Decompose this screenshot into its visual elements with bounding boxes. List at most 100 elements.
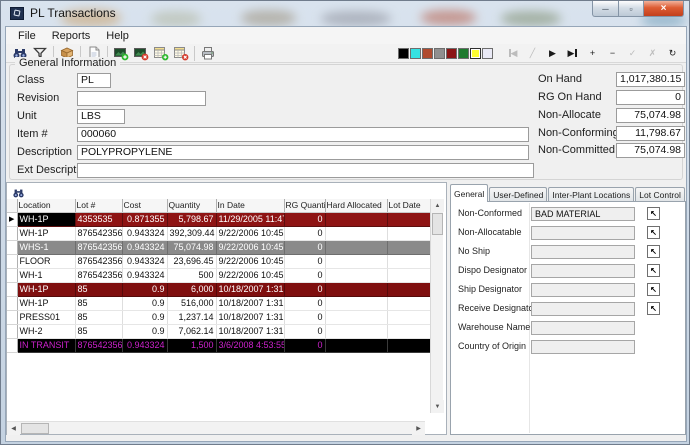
detail-field-ship-designator[interactable] [531,283,635,297]
field-ext-description[interactable] [77,163,534,178]
swatch-white[interactable] [482,48,493,59]
grid-cell[interactable] [325,296,387,310]
grid-cell[interactable] [325,240,387,254]
grid-cell[interactable] [325,268,387,282]
remove-grid-icon[interactable] [171,44,191,62]
grid-cell[interactable] [387,338,430,352]
last-record-button[interactable]: ▶ [565,45,580,61]
grid-cell[interactable] [387,226,430,240]
tab-general[interactable]: General [450,184,488,202]
grid-cell[interactable] [387,212,430,226]
table-row[interactable]: FLOOR87654235670.94332423,696.459/22/200… [7,254,430,268]
swatch-cyan[interactable] [410,48,421,59]
grid-cell[interactable]: WH-1P [17,282,75,296]
grid-cell[interactable]: 4353535 [75,212,122,226]
drilldown-button[interactable]: ↖ [647,226,660,239]
first-record-button[interactable]: ◀ [505,45,520,61]
grid-cell[interactable]: PRESS01 [17,310,75,324]
refresh-button[interactable]: ↻ [665,45,680,61]
column-header-rg-quantity[interactable]: RG Quantity [284,199,325,212]
grid-cell[interactable] [325,310,387,324]
grid-cell[interactable] [325,212,387,226]
edit-record-button[interactable]: ╱ [525,45,540,61]
tab-user-defined[interactable]: User-Defined [489,187,547,202]
grid-cell[interactable] [387,310,430,324]
table-row[interactable]: WHS-187654235670.94332475,074.989/22/200… [7,240,430,254]
grid-find-icon[interactable] [12,186,25,197]
grid-cell[interactable]: 8765423567 [75,338,122,352]
swatch-darkred[interactable] [446,48,457,59]
detail-field-receive-designator[interactable] [531,302,635,316]
menu-item-reports[interactable]: Reports [44,29,99,43]
grid-cell[interactable]: FLOOR [17,254,75,268]
grid-cell[interactable]: 0 [284,296,325,310]
grid-cell[interactable]: 0.943324 [122,254,167,268]
grid-cell[interactable]: 0.943324 [122,240,167,254]
drilldown-button[interactable]: ↖ [647,207,660,220]
swatch-rust[interactable] [422,48,433,59]
grid-cell[interactable]: 0 [284,254,325,268]
field-item[interactable]: 000060 [77,127,529,142]
grid-cell[interactable] [387,324,430,338]
horizontal-scroll-thumb[interactable] [21,423,49,434]
grid-cell[interactable]: IN TRANSIT [17,338,75,352]
table-row[interactable]: WH-1P87654235670.943324392,309.449/22/20… [7,226,430,240]
grid-cell[interactable]: WH-1P [17,226,75,240]
grid-cell[interactable]: 1,500 [167,338,216,352]
scroll-left-icon[interactable]: ◀ [7,422,20,435]
table-row[interactable]: WH-187654235670.9433245009/22/2006 10:45… [7,268,430,282]
column-header-quantity[interactable]: Quantity [167,199,216,212]
grid-cell[interactable]: WH-1P [17,212,75,226]
detail-field-no-ship[interactable] [531,245,635,259]
title-bar[interactable]: PL Transactions [1,1,689,26]
swatch-black[interactable] [398,48,409,59]
grid-cell[interactable] [325,282,387,296]
detail-field-country-of-origin[interactable] [531,340,635,354]
grid-cell[interactable]: 3/6/2008 4:53:55 [216,338,284,352]
grid-cell[interactable]: 8765423567 [75,268,122,282]
detail-field-non-allocatable[interactable] [531,226,635,240]
grid-cell[interactable]: 0 [284,310,325,324]
grid-cell[interactable]: 10/18/2007 1:31:1 [216,310,284,324]
table-row[interactable]: IN TRANSIT87654235670.9433241,5003/6/200… [7,338,430,352]
field-revision[interactable] [77,91,206,106]
grid-horizontal-scrollbar[interactable]: ◀ ▶ [7,421,425,434]
grid-cell[interactable]: 0 [284,212,325,226]
close-button[interactable]: × [643,1,684,17]
grid-cell[interactable]: 8765423567 [75,226,122,240]
grid-cell[interactable]: 8765423567 [75,240,122,254]
grid-cell[interactable]: 0.943324 [122,338,167,352]
vertical-scroll-thumb[interactable] [432,213,443,235]
grid-cell[interactable] [387,282,430,296]
grid-cell[interactable]: 0 [284,338,325,352]
restore-button[interactable]: ▫ [618,1,644,17]
grid-cell[interactable]: WH-2 [17,324,75,338]
grid-cell[interactable] [325,324,387,338]
print-icon[interactable] [198,44,218,62]
grid-cell[interactable]: 7,062.14 [167,324,216,338]
swatch-gray[interactable] [434,48,445,59]
grid-vertical-scrollbar[interactable]: ▲ ▼ [430,199,443,413]
grid-cell[interactable]: 75,074.98 [167,240,216,254]
grid-cell[interactable]: 8765423567 [75,254,122,268]
grid-cell[interactable]: 0 [284,268,325,282]
column-header-in-date[interactable]: In Date [216,199,284,212]
remove-image-icon[interactable] [131,44,151,62]
grid-cell[interactable]: 0.9 [122,282,167,296]
grid-cell[interactable]: 11/29/2005 11:47: [216,212,284,226]
drilldown-button[interactable]: ↖ [647,264,660,277]
grid-cell[interactable]: 9/22/2006 10:45:0 [216,226,284,240]
cancel-edit-button[interactable]: ✗ [645,45,660,61]
column-header-hard-allocated[interactable]: Hard Allocated [325,199,387,212]
field-description[interactable]: POLYPROPYLENE [77,145,529,160]
grid-cell[interactable]: 9/22/2006 10:45:0 [216,240,284,254]
grid-cell[interactable]: 0.9 [122,310,167,324]
tab-inter-plant-locations[interactable]: Inter-Plant Locations [548,187,634,202]
grid-cell[interactable]: 1,237.14 [167,310,216,324]
drilldown-button[interactable]: ↖ [647,302,660,315]
grid-cell[interactable]: 10/18/2007 1:31:1 [216,282,284,296]
scroll-down-icon[interactable]: ▼ [431,400,444,413]
grid-cell[interactable]: WH-1 [17,268,75,282]
grid-cell[interactable] [387,240,430,254]
post-edit-button[interactable]: ✓ [625,45,640,61]
